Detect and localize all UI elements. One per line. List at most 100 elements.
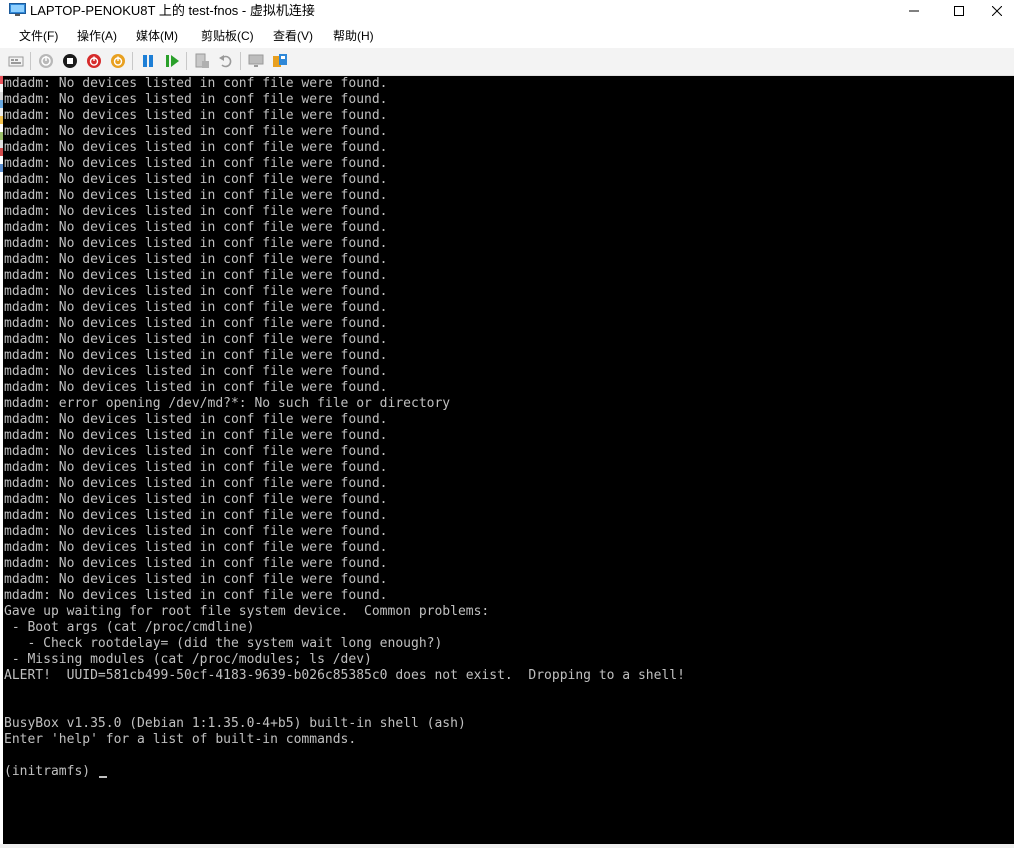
shutdown-icon[interactable]: [86, 53, 102, 69]
console-line-text: Gave up waiting for root file system dev…: [4, 604, 490, 619]
toolbar-separator: [240, 52, 241, 70]
console-line-text: mdadm: No devices listed in conf file we…: [4, 348, 388, 363]
console-line: mdadm: No devices listed in conf file we…: [4, 556, 685, 572]
console-line: mdadm: No devices listed in conf file we…: [4, 220, 685, 236]
menu-action[interactable]: 操作(A): [77, 29, 117, 44]
console-line-text: - Check rootdelay= (did the system wait …: [4, 636, 443, 651]
console-line: mdadm: No devices listed in conf file we…: [4, 364, 685, 380]
console-line: mdadm: No devices listed in conf file we…: [4, 460, 685, 476]
console-line: mdadm: No devices listed in conf file we…: [4, 108, 685, 124]
console-line-text: mdadm: No devices listed in conf file we…: [4, 188, 388, 203]
console-line-text: mdadm: No devices listed in conf file we…: [4, 108, 388, 123]
console-line: mdadm: No devices listed in conf file we…: [4, 284, 685, 300]
console-line-text: mdadm: No devices listed in conf file we…: [4, 428, 388, 443]
console-line: mdadm: No devices listed in conf file we…: [4, 476, 685, 492]
console-line-text: mdadm: No devices listed in conf file we…: [4, 460, 388, 475]
console-line-text: - Missing modules (cat /proc/modules; ls…: [4, 652, 372, 667]
console-line-text: (initramfs): [4, 764, 98, 779]
console-line-text: mdadm: No devices listed in conf file we…: [4, 412, 388, 427]
console-line: (initramfs): [4, 764, 685, 780]
console-line: mdadm: No devices listed in conf file we…: [4, 172, 685, 188]
console-line: ALERT! UUID=581cb499-50cf-4183-9639-b026…: [4, 668, 685, 684]
maximize-button[interactable]: [936, 0, 982, 22]
minimize-button[interactable]: [891, 0, 937, 22]
console-line-text: mdadm: No devices listed in conf file we…: [4, 444, 388, 459]
console-line: - Boot args (cat /proc/cmdline): [4, 620, 685, 636]
menu-view[interactable]: 查看(V): [273, 29, 313, 44]
console-output: mdadm: No devices listed in conf file we…: [4, 76, 685, 780]
console-line-text: mdadm: No devices listed in conf file we…: [4, 508, 388, 523]
toolbar-separator: [132, 52, 133, 70]
console-line: mdadm: No devices listed in conf file we…: [4, 508, 685, 524]
vm-console-screen[interactable]: mdadm: No devices listed in conf file we…: [3, 76, 1014, 844]
console-line: mdadm: No devices listed in conf file we…: [4, 268, 685, 284]
menu-bar: 文件(F) 操作(A) 媒体(M) 剪贴板(C) 查看(V) 帮助(H): [0, 24, 1014, 48]
console-line: mdadm: No devices listed in conf file we…: [4, 540, 685, 556]
window-title: LAPTOP-PENOKU8T 上的 test-fnos - 虚拟机连接: [30, 3, 315, 18]
console-line: mdadm: No devices listed in conf file we…: [4, 524, 685, 540]
console-line: mdadm: error opening /dev/md?*: No such …: [4, 396, 685, 412]
enhanced-session-icon[interactable]: [248, 53, 264, 69]
close-button[interactable]: [980, 0, 1014, 22]
console-line-text: mdadm: No devices listed in conf file we…: [4, 380, 388, 395]
resume-icon[interactable]: [164, 53, 180, 69]
power-icon[interactable]: [110, 53, 126, 69]
pause-icon[interactable]: [140, 53, 156, 69]
console-line-text: mdadm: error opening /dev/md?*: No such …: [4, 396, 451, 411]
console-line-text: - Boot args (cat /proc/cmdline): [4, 620, 255, 635]
console-line: mdadm: No devices listed in conf file we…: [4, 252, 685, 268]
toolbar-separator: [186, 52, 187, 70]
console-line: mdadm: No devices listed in conf file we…: [4, 588, 685, 604]
console-line: mdadm: No devices listed in conf file we…: [4, 140, 685, 156]
console-line-text: mdadm: No devices listed in conf file we…: [4, 236, 388, 251]
title-bar[interactable]: LAPTOP-PENOKU8T 上的 test-fnos - 虚拟机连接: [0, 0, 1014, 22]
console-line: Gave up waiting for root file system dev…: [4, 604, 685, 620]
console-line-text: Enter 'help' for a list of built-in comm…: [4, 732, 357, 747]
toolbar-separator: [30, 52, 31, 70]
console-line: mdadm: No devices listed in conf file we…: [4, 444, 685, 460]
console-line: BusyBox v1.35.0 (Debian 1:1.35.0-4+b5) b…: [4, 716, 685, 732]
minimize-icon: [909, 10, 919, 12]
console-line-text: mdadm: No devices listed in conf file we…: [4, 140, 388, 155]
console-line-text: mdadm: No devices listed in conf file we…: [4, 588, 388, 603]
console-line: mdadm: No devices listed in conf file we…: [4, 492, 685, 508]
console-line: mdadm: No devices listed in conf file we…: [4, 92, 685, 108]
status-bar: [0, 844, 1014, 848]
revert-icon[interactable]: [218, 53, 234, 69]
vm-connection-icon: [9, 3, 26, 17]
checkpoint-icon[interactable]: [194, 53, 210, 69]
console-line-text: mdadm: No devices listed in conf file we…: [4, 572, 388, 587]
console-line-text: mdadm: No devices listed in conf file we…: [4, 556, 388, 571]
console-line-text: mdadm: No devices listed in conf file we…: [4, 156, 388, 171]
console-line: mdadm: No devices listed in conf file we…: [4, 76, 685, 92]
console-cursor: [98, 776, 107, 778]
console-line-text: mdadm: No devices listed in conf file we…: [4, 92, 388, 107]
console-line: mdadm: No devices listed in conf file we…: [4, 332, 685, 348]
console-line-text: mdadm: No devices listed in conf file we…: [4, 524, 388, 539]
console-line-text: mdadm: No devices listed in conf file we…: [4, 332, 388, 347]
console-line-text: ALERT! UUID=581cb499-50cf-4183-9639-b026…: [4, 668, 685, 683]
toolbar: [0, 48, 1014, 76]
console-line: mdadm: No devices listed in conf file we…: [4, 300, 685, 316]
console-line: mdadm: No devices listed in conf file we…: [4, 316, 685, 332]
console-line: mdadm: No devices listed in conf file we…: [4, 572, 685, 588]
menu-file[interactable]: 文件(F): [19, 29, 58, 44]
console-line: mdadm: No devices listed in conf file we…: [4, 236, 685, 252]
turn-off-icon[interactable]: [62, 53, 78, 69]
console-line: - Missing modules (cat /proc/modules; ls…: [4, 652, 685, 668]
console-line: mdadm: No devices listed in conf file we…: [4, 348, 685, 364]
start-icon[interactable]: [38, 53, 54, 69]
close-icon: [992, 6, 1002, 16]
menu-clipboard[interactable]: 剪贴板(C): [201, 29, 254, 44]
console-line-text: mdadm: No devices listed in conf file we…: [4, 204, 388, 219]
menu-help[interactable]: 帮助(H): [333, 29, 374, 44]
ctrl-alt-del-icon[interactable]: [8, 53, 24, 69]
console-line-text: mdadm: No devices listed in conf file we…: [4, 76, 388, 91]
console-line-text: mdadm: No devices listed in conf file we…: [4, 172, 388, 187]
menu-media[interactable]: 媒体(M): [136, 29, 178, 44]
console-line-text: mdadm: No devices listed in conf file we…: [4, 284, 388, 299]
share-icon[interactable]: [272, 53, 288, 69]
